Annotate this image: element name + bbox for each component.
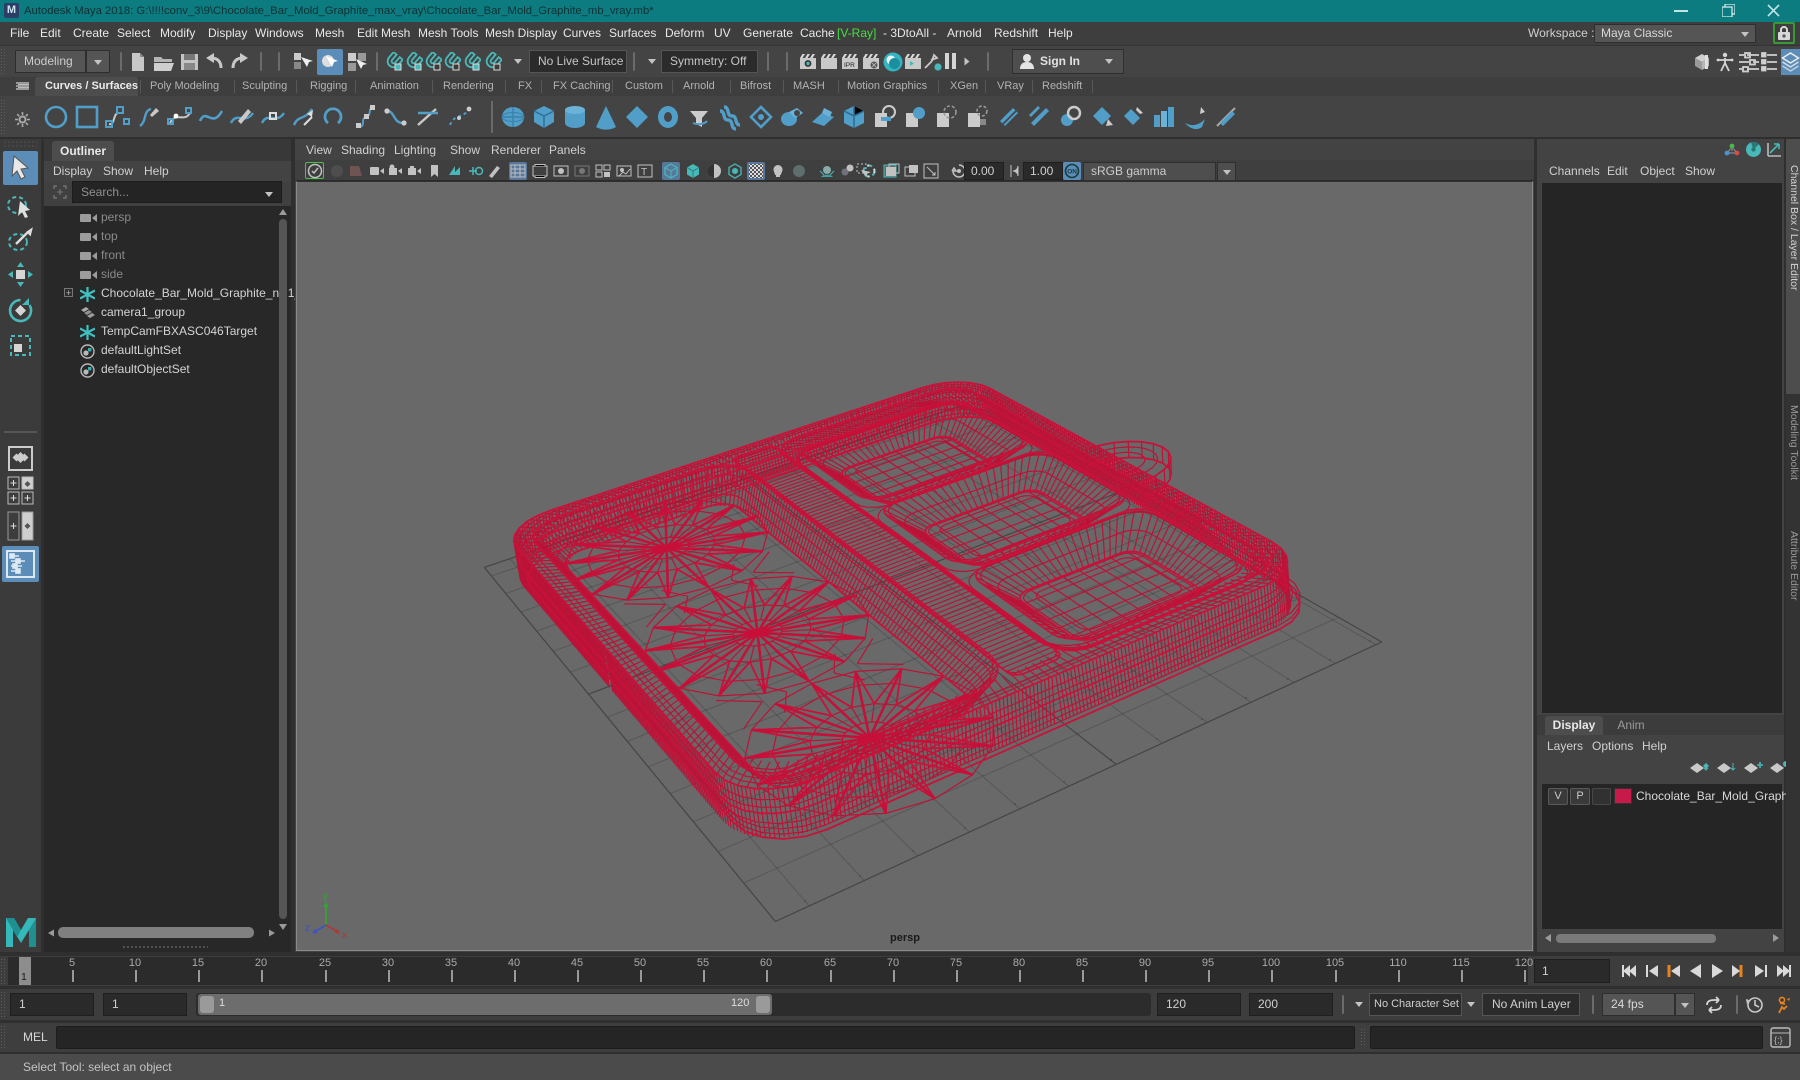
svg-text:y: y (323, 891, 328, 902)
svg-text:T: T (641, 167, 647, 178)
svg-text:{;}: {;} (1774, 1035, 1783, 1045)
svg-text:x: x (342, 930, 347, 939)
svg-text:IPR: IPR (844, 62, 855, 69)
svg-text:z: z (305, 923, 310, 934)
svg-text:ON: ON (1067, 169, 1077, 176)
